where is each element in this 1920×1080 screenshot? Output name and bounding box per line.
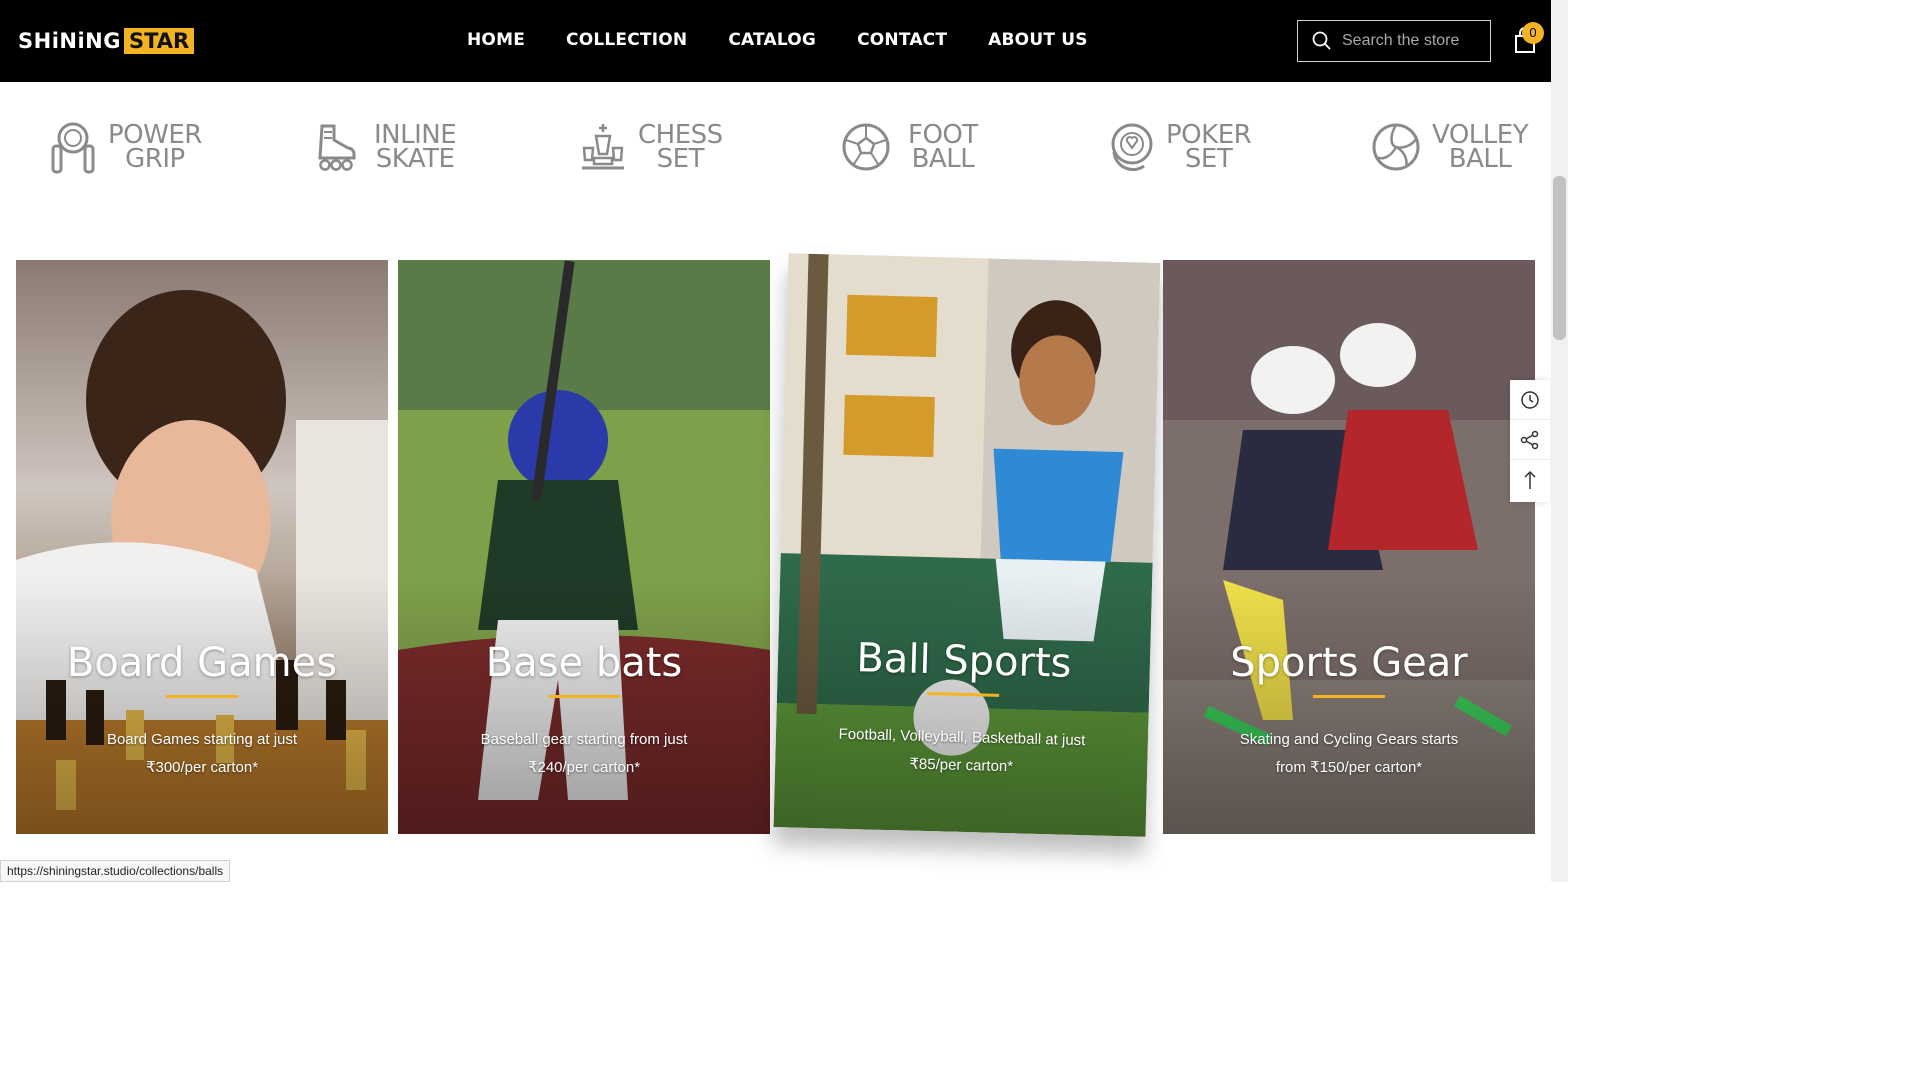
search-icon[interactable] (1312, 31, 1332, 51)
search-input[interactable] (1342, 32, 1482, 50)
card-description-line1: Skating and Cycling Gears starts (1239, 731, 1459, 748)
card-description-line2: from ₹150/per carton* (1275, 759, 1423, 776)
category-label: POKER SET (1166, 122, 1252, 174)
category-label-line2: BALL (911, 144, 975, 174)
card-description-line1: Baseball gear starting from just (480, 731, 688, 748)
card-description-line2: ₹300/per carton* (145, 759, 259, 776)
collection-card-sports-gear[interactable]: Sports Gear Skating and Cycling Gears st… (1163, 260, 1535, 834)
page: SHiNiNG STAR HOME COLLECTION CATALOG CON… (0, 0, 1568, 882)
site-header: SHiNiNG STAR HOME COLLECTION CATALOG CON… (0, 0, 1551, 82)
collection-card-board-games[interactable]: Board Games Board Games starting at just… (16, 260, 388, 834)
category-label-line2: BALL (1448, 144, 1512, 174)
share-button[interactable] (1510, 420, 1550, 460)
link-status-bar: https://shiningstar.studio/collections/b… (0, 860, 231, 882)
scrollbar-thumb[interactable] (1553, 176, 1566, 340)
card-title: Board Games (66, 640, 338, 686)
card-title: Ball Sports (855, 635, 1073, 687)
category-label-line2: SKATE (375, 144, 455, 174)
football-icon (842, 123, 890, 171)
main-nav: HOME COLLECTION CATALOG CONTACT ABOUT US (467, 30, 1129, 50)
back-to-top-button[interactable] (1510, 460, 1550, 500)
nav-catalog[interactable]: CATALOG (728, 30, 816, 50)
card-description: Board Games starting at just ₹300/per ca… (36, 726, 368, 782)
card-title: Sports Gear (1230, 640, 1468, 686)
card-description: Football, Volleyball, Basketball at just… (795, 720, 1128, 785)
site-logo[interactable]: SHiNiNG STAR (18, 28, 195, 54)
card-description-line1: Board Games starting at just (106, 731, 298, 748)
category-label: INLINE SKATE (374, 122, 457, 174)
card-description: Skating and Cycling Gears starts from ₹1… (1183, 726, 1515, 782)
category-label: POWER GRIP (108, 122, 202, 174)
category-label: VOLLEY BALL (1432, 122, 1529, 174)
nav-home[interactable]: HOME (467, 30, 525, 50)
nav-contact[interactable]: CONTACT (857, 30, 947, 50)
category-label-line2: GRIP (125, 144, 185, 174)
category-inline-skate[interactable]: INLINE SKATE (316, 118, 457, 176)
category-label: CHESS SET (638, 122, 723, 174)
category-label: FOOT BALL (908, 122, 978, 174)
card-title-underline (548, 695, 620, 698)
card-title-underline (1313, 695, 1385, 698)
floating-toolbar (1510, 380, 1550, 502)
card-title: Base bats (485, 640, 683, 686)
share-icon (1520, 430, 1539, 449)
recently-viewed-button[interactable] (1510, 380, 1550, 420)
volleyball-icon (1372, 123, 1420, 171)
card-title-underline (166, 695, 238, 698)
category-label-line2: SET (656, 144, 705, 174)
category-power-grip[interactable]: POWER GRIP (50, 118, 202, 176)
search-box[interactable] (1297, 20, 1491, 62)
collection-card-ball-sports[interactable]: Ball Sports Football, Volleyball, Basket… (773, 253, 1161, 837)
category-label-line2: SET (1184, 144, 1233, 174)
poker-chip-icon (1111, 123, 1153, 171)
category-poker-set[interactable]: POKER SET (1108, 118, 1252, 176)
arrow-up-icon (1524, 470, 1536, 489)
category-chess-set[interactable]: CHESS SET (580, 118, 723, 176)
history-icon (1521, 390, 1539, 409)
category-volley-ball[interactable]: VOLLEY BALL (1372, 118, 1529, 176)
chess-icon (582, 124, 624, 170)
card-description: Baseball gear starting from just ₹240/pe… (418, 726, 750, 782)
cart-count-badge: 0 (1522, 22, 1544, 44)
card-description-line2: ₹240/per carton* (527, 759, 641, 776)
logo-text: SHiNiNG (18, 29, 121, 53)
power-grip-icon (51, 122, 95, 174)
nav-collection[interactable]: COLLECTION (566, 30, 687, 50)
nav-about-us[interactable]: ABOUT US (988, 30, 1088, 50)
logo-star-text: STAR (123, 28, 195, 54)
vertical-scrollbar[interactable] (1551, 0, 1568, 882)
collection-card-base-bats[interactable]: Base bats Baseball gear starting from ju… (398, 260, 770, 834)
inline-skate-icon (318, 124, 356, 171)
category-foot-ball[interactable]: FOOT BALL (842, 118, 978, 176)
